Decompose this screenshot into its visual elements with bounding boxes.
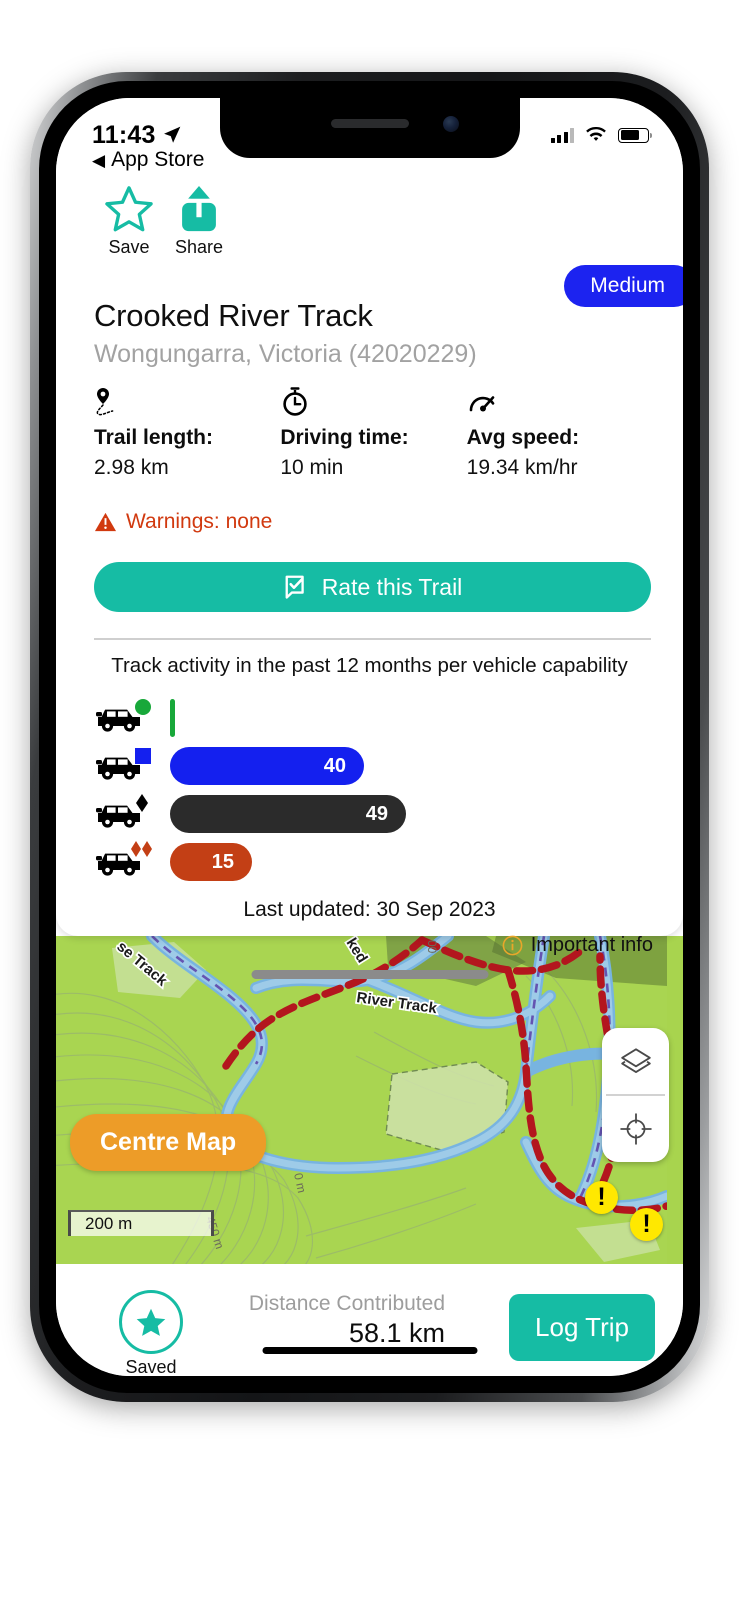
phone-frame: 11:43 ◀ App Store Save Share Medium Croo… xyxy=(30,72,709,1402)
black-diamond-marker xyxy=(136,794,148,812)
stat-label: Driving time: xyxy=(280,426,409,449)
trail-map[interactable]: se Track ked River Track 00 0 m 450 m Ce xyxy=(56,936,683,1264)
action-row: Save Share Medium xyxy=(56,182,683,307)
warnings-row: Warnings: none xyxy=(94,510,272,534)
rate-button-label: Rate this Trail xyxy=(321,573,463,600)
status-bar-time: 11:43 xyxy=(92,120,156,149)
stat-value: 2.98 km xyxy=(94,456,169,479)
share-button-label: Share xyxy=(174,237,224,257)
stat-trail-length: Trail length: 2.98 km xyxy=(94,386,280,480)
centre-map-button[interactable]: Centre Map xyxy=(70,1114,267,1171)
orange-diamond-marker-1 xyxy=(131,841,141,857)
status-bar-time-group: 11:43 xyxy=(92,121,182,150)
stat-label: Avg speed: xyxy=(466,426,580,449)
orange-diamond-marker-2 xyxy=(142,841,152,857)
important-info-link[interactable]: Important info xyxy=(502,934,653,957)
phone-bezel: 11:43 ◀ App Store Save Share Medium Croo… xyxy=(39,81,700,1393)
bottom-action-bar: Saved Distance Contributed 58.1 km Log T… xyxy=(56,1264,683,1376)
vehicle-extreme-icon xyxy=(94,839,170,885)
trail-subtitle: Wongungarra, Victoria (42020229) xyxy=(94,340,477,368)
vehicle-medium-icon xyxy=(94,743,170,789)
status-bar-indicators xyxy=(550,127,653,143)
saved-button[interactable]: Saved xyxy=(106,1290,196,1376)
stat-label: Trail length: xyxy=(94,426,214,449)
phone-screen: 11:43 ◀ App Store Save Share Medium Croo… xyxy=(56,98,683,1376)
chart-bar-area: 49 xyxy=(170,795,663,833)
section-divider xyxy=(94,638,651,640)
cellular-signal-icon xyxy=(550,127,574,143)
difficulty-badge: Medium xyxy=(564,265,683,307)
stopwatch-icon xyxy=(280,386,466,420)
chart-bar xyxy=(170,699,175,737)
stat-value: 10 min xyxy=(280,456,344,479)
map-layers-button[interactable] xyxy=(602,1028,669,1094)
chart-bar-area: 15 xyxy=(170,843,663,881)
log-trip-button[interactable]: Log Trip xyxy=(509,1294,655,1361)
stat-driving-time: Driving time: 10 min xyxy=(280,386,466,480)
stat-avg-speed: Avg speed: 19.34 km/hr xyxy=(467,386,653,480)
map-warning-marker[interactable]: ! xyxy=(630,1208,663,1241)
blue-square-marker xyxy=(135,748,151,764)
map-layers-icon xyxy=(620,1048,651,1073)
distance-value: 58.1 km xyxy=(348,1318,445,1348)
trail-detail-sheet: Save Share Medium Crooked River Track Wo… xyxy=(56,98,683,979)
chart-bar-area: 40 xyxy=(170,747,663,785)
chart-row-extreme: 15 xyxy=(94,838,663,886)
save-button-label: Save xyxy=(108,237,150,257)
chart-bar: 15 xyxy=(170,843,252,881)
crosshair-locate-icon xyxy=(619,1112,652,1145)
map-warning-marker[interactable]: ! xyxy=(585,1181,618,1214)
chart-row-hard: 49 xyxy=(94,790,663,838)
location-arrow-icon xyxy=(163,126,180,143)
warnings-text: Warnings: none xyxy=(126,510,273,533)
map-contour-label: 00 xyxy=(425,940,439,954)
screenshot-stage: 11:43 ◀ App Store Save Share Medium Croo… xyxy=(0,0,739,1600)
map-locate-button[interactable] xyxy=(602,1096,669,1162)
battery-icon xyxy=(618,127,653,143)
route-pin-icon xyxy=(94,386,280,420)
star-filled-circle-icon xyxy=(119,1290,183,1354)
important-info-label: Important info xyxy=(530,934,653,956)
chart-bar: 40 xyxy=(170,747,364,785)
stat-value: 19.34 km/hr xyxy=(466,456,578,479)
notch xyxy=(219,98,520,158)
page-title: Crooked River Track xyxy=(94,298,373,333)
star-outline-icon xyxy=(105,186,153,232)
trail-stats: Trail length: 2.98 km Driving time: 10 m… xyxy=(94,386,653,480)
saved-button-label: Saved xyxy=(125,1357,177,1376)
last-updated-text: Last updated: 30 Sep 2023 xyxy=(243,898,496,921)
earpiece-speaker xyxy=(330,119,409,128)
save-button[interactable]: Save xyxy=(94,182,164,258)
chart-row-medium: 40 xyxy=(94,742,663,790)
map-scale-bar: 200 m xyxy=(68,1210,214,1236)
rate-checkbox-icon xyxy=(285,575,304,599)
vehicle-easy-icon xyxy=(94,695,170,741)
chart-bar-area xyxy=(170,699,663,737)
share-button[interactable]: Share xyxy=(164,182,234,258)
front-camera xyxy=(442,116,459,132)
chart-row-easy xyxy=(94,694,663,742)
green-circle-marker xyxy=(135,699,151,715)
share-upload-icon xyxy=(182,186,216,232)
info-circle-icon xyxy=(502,935,523,956)
chart-title: Track activity in the past 12 months per… xyxy=(111,654,628,677)
home-indicator[interactable] xyxy=(262,1347,477,1354)
sheet-drag-handle[interactable] xyxy=(251,970,488,979)
rate-this-trail-button[interactable]: Rate this Trail xyxy=(94,562,651,612)
wifi-icon xyxy=(586,127,606,141)
speedometer-icon xyxy=(467,386,653,420)
chart-bar: 49 xyxy=(170,795,406,833)
vehicle-hard-icon xyxy=(94,791,170,837)
track-activity-chart: 40 49 15 xyxy=(94,694,663,886)
distance-contributed: Distance Contributed 58.1 km xyxy=(249,1292,445,1349)
distance-label: Distance Contributed xyxy=(248,1292,445,1315)
map-controls xyxy=(602,1028,669,1162)
map-scale-label: 200 m xyxy=(85,1214,133,1233)
warning-triangle-icon xyxy=(94,512,117,532)
